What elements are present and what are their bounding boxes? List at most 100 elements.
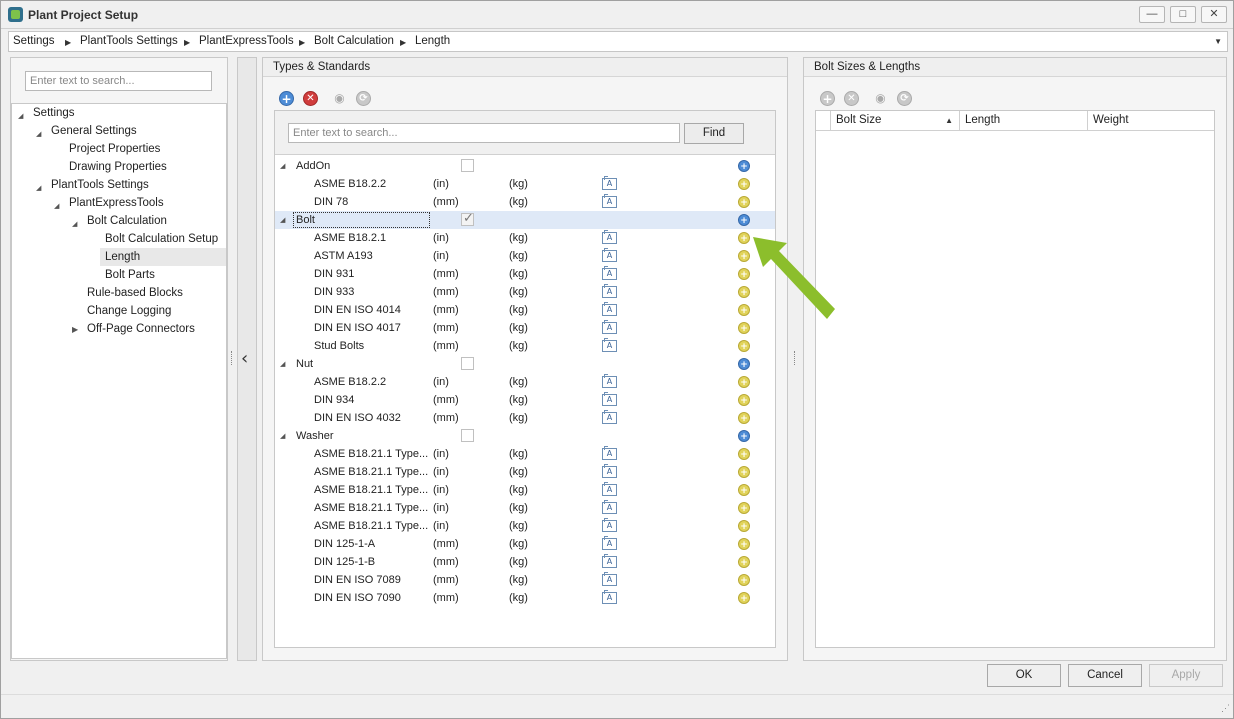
standard-row[interactable]: DIN 125-1-A (mm) (kg) A +: [275, 535, 775, 553]
text-field-icon[interactable]: A: [602, 374, 617, 388]
text-field-icon[interactable]: A: [602, 248, 617, 262]
collapse-splitter[interactable]: ‹: [237, 57, 257, 661]
minimize-button[interactable]: —: [1139, 6, 1165, 23]
expand-arrow-icon[interactable]: ◢: [280, 432, 285, 440]
tree-item-project-properties[interactable]: Project Properties: [69, 143, 160, 155]
group-row[interactable]: ◢Bolt+: [275, 211, 775, 229]
add-size-icon[interactable]: +: [738, 178, 750, 190]
tree-item-bolt-calculation[interactable]: Bolt Calculation: [87, 215, 167, 227]
tree-item-plantexpresstools[interactable]: PlantExpressTools: [69, 197, 164, 209]
column-bolt-size[interactable]: Bolt Size ▲: [830, 111, 959, 130]
chevron-down-icon[interactable]: ▼: [1214, 37, 1222, 46]
standard-row[interactable]: DIN 933 (mm) (kg) A +: [275, 283, 775, 301]
expand-arrow-icon[interactable]: ◢: [72, 220, 77, 228]
remove-icon[interactable]: ✕: [303, 91, 318, 106]
crumb-separator-icon[interactable]: ▶: [65, 38, 71, 47]
text-field-icon[interactable]: A: [602, 482, 617, 496]
text-field-icon[interactable]: A: [602, 446, 617, 460]
tree-item-bolt-calculation-setup[interactable]: Bolt Calculation Setup: [105, 233, 218, 245]
hide-icon[interactable]: ◉: [332, 91, 347, 106]
group-row[interactable]: ◢ AddOn +: [275, 157, 775, 175]
crumb-bolt-calculation[interactable]: Bolt Calculation: [314, 35, 394, 47]
crumb-plantexpresstools[interactable]: PlantExpressTools: [199, 35, 294, 47]
add-item-icon[interactable]: +: [738, 160, 750, 172]
refresh-icon[interactable]: ⟳: [897, 91, 912, 106]
ok-button[interactable]: OK: [987, 664, 1061, 687]
add-size-icon[interactable]: +: [738, 304, 750, 316]
tree-item-general-settings[interactable]: General Settings: [51, 125, 137, 137]
standard-row[interactable]: ASME B18.21.1 Type... (in) (kg) A +: [275, 463, 775, 481]
add-size-icon[interactable]: +: [738, 196, 750, 208]
add-size-icon[interactable]: +: [738, 502, 750, 514]
remove-icon[interactable]: ✕: [844, 91, 859, 106]
group-row[interactable]: ◢ Washer +: [275, 427, 775, 445]
text-field-icon[interactable]: A: [602, 284, 617, 298]
add-item-icon[interactable]: +: [738, 214, 750, 226]
add-size-icon[interactable]: +: [738, 574, 750, 586]
text-field-icon[interactable]: A: [602, 194, 617, 208]
crumb-settings[interactable]: Settings: [13, 35, 55, 47]
cancel-button[interactable]: Cancel: [1068, 664, 1142, 687]
add-size-icon[interactable]: +: [738, 448, 750, 460]
group-row[interactable]: ◢ Nut +: [275, 355, 775, 373]
add-size-icon[interactable]: +: [738, 340, 750, 352]
expand-arrow-icon[interactable]: ◢: [54, 202, 59, 210]
add-size-icon[interactable]: +: [738, 520, 750, 532]
text-field-icon[interactable]: A: [602, 320, 617, 334]
text-field-icon[interactable]: A: [602, 230, 617, 244]
text-field-icon[interactable]: A: [602, 176, 617, 190]
collapse-arrow-icon[interactable]: ▶: [72, 325, 78, 334]
tree-item-length[interactable]: Length: [105, 251, 140, 263]
text-field-icon[interactable]: A: [602, 266, 617, 280]
standard-row[interactable]: DIN 931 (mm) (kg) A +: [275, 265, 775, 283]
splitter-grip-icon[interactable]: [794, 351, 797, 365]
group-checkbox[interactable]: [461, 429, 474, 442]
add-item-icon[interactable]: +: [738, 358, 750, 370]
standard-row[interactable]: Stud Bolts (mm) (kg) A +: [275, 337, 775, 355]
standard-row[interactable]: ASME B18.2.2 (in) (kg) A +: [275, 175, 775, 193]
text-field-icon[interactable]: A: [602, 392, 617, 406]
expand-arrow-icon[interactable]: ◢: [18, 112, 23, 120]
add-item-icon[interactable]: +: [738, 430, 750, 442]
standard-row[interactable]: ASTM A193 (in) (kg) A +: [275, 247, 775, 265]
column-weight[interactable]: Weight: [1087, 111, 1214, 130]
text-field-icon[interactable]: A: [602, 302, 617, 316]
tree-item-change-logging[interactable]: Change Logging: [87, 305, 171, 317]
standard-row[interactable]: DIN EN ISO 7089 (mm) (kg) A +: [275, 571, 775, 589]
chevron-left-icon[interactable]: ‹: [241, 348, 248, 369]
text-field-icon[interactable]: A: [602, 536, 617, 550]
add-size-icon[interactable]: +: [738, 394, 750, 406]
maximize-button[interactable]: □: [1170, 6, 1196, 23]
add-size-icon[interactable]: +: [738, 322, 750, 334]
add-size-icon[interactable]: +: [738, 250, 750, 262]
expand-arrow-icon[interactable]: ◢: [280, 216, 285, 224]
find-button[interactable]: Find: [684, 123, 744, 144]
resize-grip-icon[interactable]: ⋰: [1221, 703, 1230, 714]
expand-arrow-icon[interactable]: ◢: [36, 184, 41, 192]
standard-row[interactable]: ASME B18.21.1 Type... (in) (kg) A +: [275, 517, 775, 535]
tree-item-off-page-connectors[interactable]: Off-Page Connectors: [87, 323, 195, 335]
types-search-input[interactable]: Enter text to search...: [288, 123, 680, 143]
refresh-icon[interactable]: ⟳: [356, 91, 371, 106]
add-size-icon[interactable]: +: [738, 286, 750, 298]
add-size-icon[interactable]: +: [738, 556, 750, 568]
crumb-planttools-settings[interactable]: PlantTools Settings: [80, 35, 178, 47]
expand-arrow-icon[interactable]: ◢: [280, 360, 285, 368]
tree-item-drawing-properties[interactable]: Drawing Properties: [69, 161, 167, 173]
nav-search-input[interactable]: Enter text to search...: [25, 71, 212, 91]
add-size-icon[interactable]: +: [738, 232, 750, 244]
standard-row[interactable]: DIN 934 (mm) (kg) A +: [275, 391, 775, 409]
tree-item-bolt-parts[interactable]: Bolt Parts: [105, 269, 155, 281]
standard-row[interactable]: ASME B18.2.2 (in) (kg) A +: [275, 373, 775, 391]
crumb-separator-icon[interactable]: ▶: [400, 38, 406, 47]
text-field-icon[interactable]: A: [602, 338, 617, 352]
standard-row[interactable]: DIN EN ISO 4032 (mm) (kg) A +: [275, 409, 775, 427]
add-size-icon[interactable]: +: [738, 376, 750, 388]
text-field-icon[interactable]: A: [602, 590, 617, 604]
text-field-icon[interactable]: A: [602, 518, 617, 532]
tree-item-rule-based-blocks[interactable]: Rule-based Blocks: [87, 287, 183, 299]
standard-row[interactable]: DIN EN ISO 7090 (mm) (kg) A +: [275, 589, 775, 607]
crumb-length[interactable]: Length: [415, 35, 450, 47]
text-field-icon[interactable]: A: [602, 500, 617, 514]
column-length[interactable]: Length: [959, 111, 1087, 130]
